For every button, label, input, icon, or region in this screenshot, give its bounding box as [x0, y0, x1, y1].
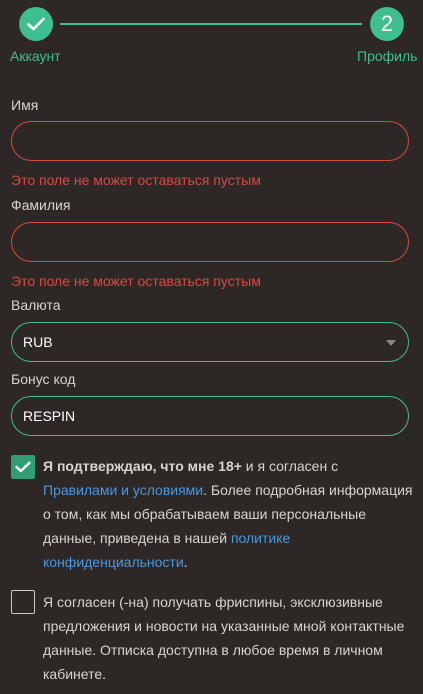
currency-select[interactable]: RUB — [11, 322, 409, 362]
chevron-down-icon — [386, 340, 396, 346]
check-icon — [27, 17, 45, 31]
last-name-label: Фамилия — [11, 197, 71, 213]
step-profile-current[interactable]: 2 — [370, 7, 404, 41]
currency-value: RUB — [23, 334, 53, 350]
terms-consent-text: Я подтверждаю, что мне 18+ и я согласен … — [43, 454, 413, 574]
marketing-consent-text: Я согласен (-на) получать фриспины, экск… — [43, 594, 405, 682]
last-name-input[interactable] — [11, 222, 409, 262]
age-confirmation-text: Я подтверждаю, что мне 18+ — [43, 458, 242, 474]
last-name-error: Это поле не может оставаться пустым — [11, 273, 261, 289]
first-name-error: Это поле не может оставаться пустым — [11, 172, 261, 188]
step-account-complete[interactable] — [19, 7, 53, 41]
bonus-code-label: Бонус код — [11, 371, 76, 387]
check-icon — [15, 461, 31, 473]
stepper-progress-line — [60, 23, 362, 25]
terms-link[interactable]: Правилами и условиями — [43, 482, 203, 498]
marketing-checkbox[interactable] — [11, 590, 35, 614]
terms-text-part1: и я согласен с — [241, 458, 339, 474]
first-name-label: Имя — [11, 97, 39, 113]
bonus-code-input[interactable]: RESPIN — [11, 396, 409, 436]
bonus-code-value: RESPIN — [23, 408, 76, 424]
step-account-label: Аккаунт — [10, 48, 61, 64]
currency-label: Валюта — [11, 297, 61, 313]
terms-text-part3: . — [183, 554, 188, 570]
first-name-input[interactable] — [11, 121, 409, 161]
step-profile-label: Профиль — [357, 48, 418, 64]
terms-checkbox[interactable] — [11, 455, 35, 479]
step-number: 2 — [380, 11, 394, 36]
